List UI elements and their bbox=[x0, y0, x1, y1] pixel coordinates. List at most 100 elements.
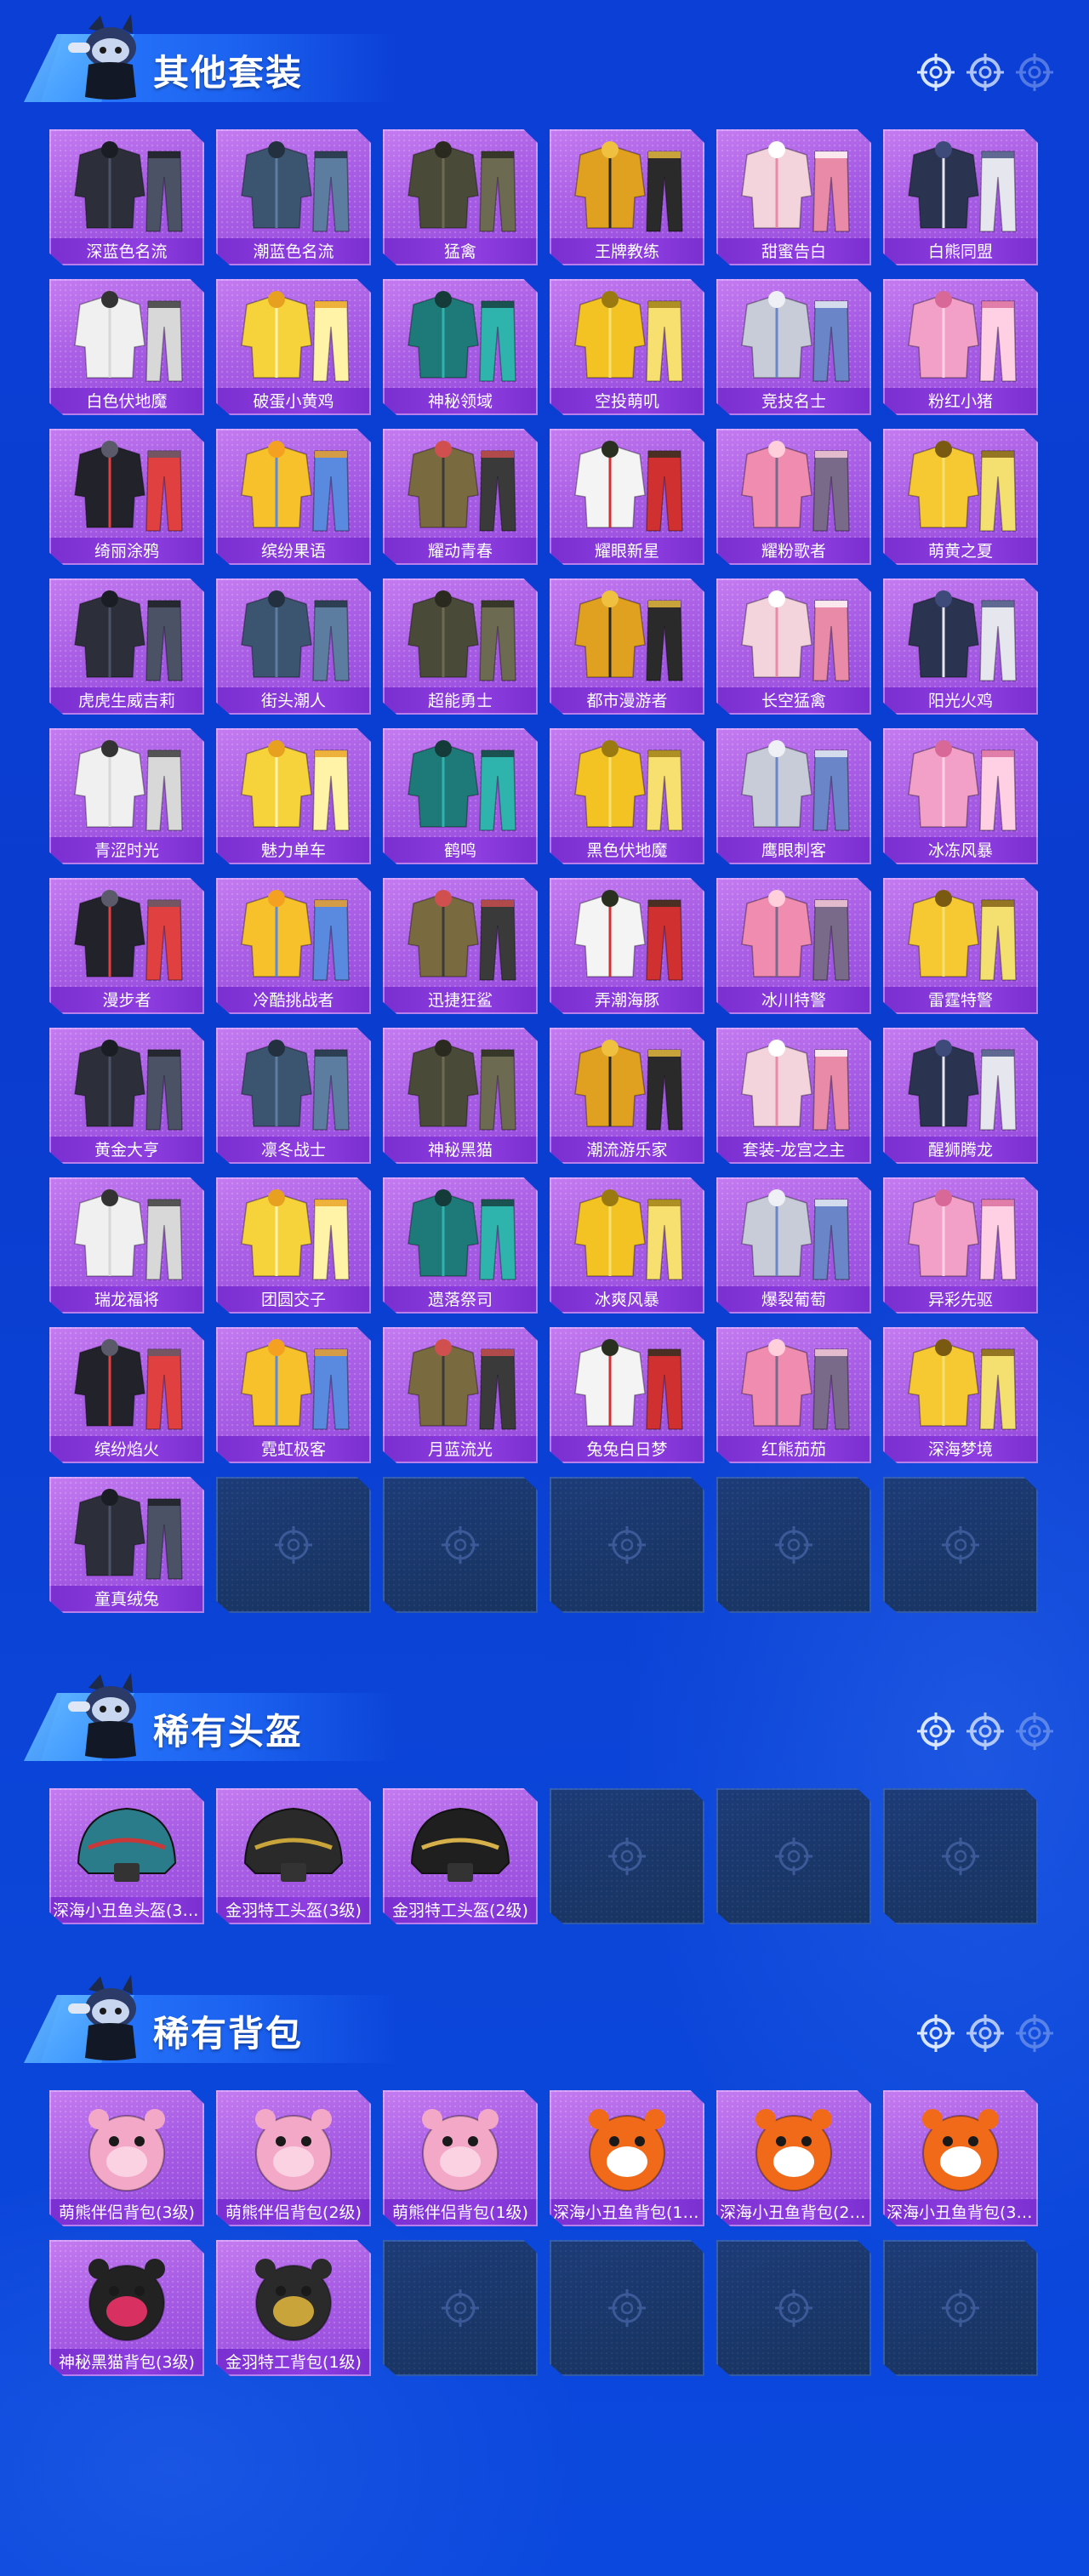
item-name: 虎虎生威吉莉 bbox=[49, 687, 204, 715]
item-card[interactable]: 月蓝流光 bbox=[383, 1327, 538, 1463]
outfit-image bbox=[241, 590, 350, 681]
item-card[interactable]: 深海小丑鱼背包(1级) bbox=[550, 2090, 704, 2226]
item-card[interactable]: 异彩先驱 bbox=[883, 1177, 1038, 1314]
item-name: 冰爽风暴 bbox=[550, 1286, 704, 1314]
item-card[interactable]: 王牌教练 bbox=[550, 129, 704, 265]
item-card[interactable]: 凛冬战士 bbox=[216, 1028, 371, 1164]
item-card[interactable]: 耀眼新星 bbox=[550, 429, 704, 565]
outfit-image bbox=[408, 141, 516, 232]
item-card[interactable]: 萌熊伴侣背包(3级) bbox=[49, 2090, 204, 2226]
empty-slot-icon bbox=[608, 1838, 646, 1875]
item-card[interactable]: 魅力单车 bbox=[216, 728, 371, 864]
item-card[interactable]: 黑色伏地魔 bbox=[550, 728, 704, 864]
empty-slot-icon bbox=[442, 2289, 479, 2327]
item-card[interactable]: 深蓝色名流 bbox=[49, 129, 204, 265]
item-card[interactable]: 雷霆特警 bbox=[883, 878, 1038, 1014]
outfit-image bbox=[408, 590, 516, 681]
item-card[interactable]: 冰爽风暴 bbox=[550, 1177, 704, 1314]
item-card[interactable]: 深海小丑鱼头盔(3级) bbox=[49, 1788, 204, 1924]
item-card[interactable]: 神秘领域 bbox=[383, 279, 538, 415]
item-name: 凛冬战士 bbox=[216, 1137, 371, 1164]
item-card[interactable]: 青涩时光 bbox=[49, 728, 204, 864]
item-card[interactable]: 深海梦境 bbox=[883, 1327, 1038, 1463]
outfit-image bbox=[574, 441, 683, 532]
item-card[interactable]: 金羽特工背包(1级) bbox=[216, 2240, 371, 2376]
empty-item-slot bbox=[716, 1788, 871, 1924]
item-card[interactable]: 萌熊伴侣背包(1级) bbox=[383, 2090, 538, 2226]
item-name: 魅力单车 bbox=[216, 837, 371, 864]
item-card[interactable]: 鹰眼刺客 bbox=[716, 728, 871, 864]
item-card[interactable]: 冷酷挑战者 bbox=[216, 878, 371, 1014]
item-card[interactable]: 白熊同盟 bbox=[883, 129, 1038, 265]
item-card[interactable]: 阳光火鸡 bbox=[883, 578, 1038, 715]
empty-slot-icon bbox=[775, 1838, 812, 1875]
empty-slot-icon bbox=[275, 1526, 312, 1564]
item-card[interactable]: 萌黄之夏 bbox=[883, 429, 1038, 565]
item-card[interactable]: 超能勇士 bbox=[383, 578, 538, 715]
item-card[interactable]: 猛禽 bbox=[383, 129, 538, 265]
item-card[interactable]: 迅捷狂鲨 bbox=[383, 878, 538, 1014]
item-card[interactable]: 童真绒兔 bbox=[49, 1477, 204, 1613]
outfit-image bbox=[74, 740, 183, 831]
item-card[interactable]: 耀粉歌者 bbox=[716, 429, 871, 565]
item-card[interactable]: 红熊茄茄 bbox=[716, 1327, 871, 1463]
item-name: 雷霆特警 bbox=[883, 987, 1038, 1014]
item-card[interactable]: 街头潮人 bbox=[216, 578, 371, 715]
item-card[interactable]: 空投萌叽 bbox=[550, 279, 704, 415]
item-card[interactable]: 虎虎生威吉莉 bbox=[49, 578, 204, 715]
item-name: 鹰眼刺客 bbox=[716, 837, 871, 864]
outfit-image bbox=[241, 291, 350, 382]
outfit-image bbox=[574, 890, 683, 981]
item-card[interactable]: 甜蜜告白 bbox=[716, 129, 871, 265]
item-card[interactable]: 耀动青春 bbox=[383, 429, 538, 565]
item-card[interactable]: 霓虹极客 bbox=[216, 1327, 371, 1463]
item-card[interactable]: 破蛋小黄鸡 bbox=[216, 279, 371, 415]
item-card[interactable]: 潮流游乐家 bbox=[550, 1028, 704, 1164]
item-name: 白熊同盟 bbox=[883, 238, 1038, 265]
crosshair-decoration bbox=[917, 54, 1053, 91]
item-card[interactable]: 爆裂葡萄 bbox=[716, 1177, 871, 1314]
backpack-image bbox=[255, 2109, 332, 2191]
item-card[interactable]: 兔兔白日梦 bbox=[550, 1327, 704, 1463]
item-card[interactable]: 冰冻风暴 bbox=[883, 728, 1038, 864]
item-card[interactable]: 竞技名士 bbox=[716, 279, 871, 415]
item-name: 深海梦境 bbox=[883, 1436, 1038, 1463]
empty-item-slot bbox=[883, 2240, 1038, 2376]
item-card[interactable]: 漫步者 bbox=[49, 878, 204, 1014]
item-card[interactable]: 神秘黑猫背包(3级) bbox=[49, 2240, 204, 2376]
item-card[interactable]: 醒狮腾龙 bbox=[883, 1028, 1038, 1164]
item-name: 弄潮海豚 bbox=[550, 987, 704, 1014]
item-name: 耀眼新星 bbox=[550, 538, 704, 565]
item-card[interactable]: 萌熊伴侣背包(2级) bbox=[216, 2090, 371, 2226]
item-card[interactable]: 神秘黑猫 bbox=[383, 1028, 538, 1164]
item-name: 缤纷果语 bbox=[216, 538, 371, 565]
item-card[interactable]: 缤纷果语 bbox=[216, 429, 371, 565]
item-name: 萌黄之夏 bbox=[883, 538, 1038, 565]
outfit-image bbox=[574, 740, 683, 831]
item-card[interactable]: 都市漫游者 bbox=[550, 578, 704, 715]
item-card[interactable]: 套装-龙宫之主 bbox=[716, 1028, 871, 1164]
outfit-image bbox=[241, 1189, 350, 1280]
item-card[interactable]: 金羽特工头盔(2级) bbox=[383, 1788, 538, 1924]
item-card[interactable]: 缤纷焰火 bbox=[49, 1327, 204, 1463]
item-card[interactable]: 冰川特警 bbox=[716, 878, 871, 1014]
outfit-image bbox=[908, 590, 1017, 681]
item-card[interactable]: 绮丽涂鸦 bbox=[49, 429, 204, 565]
outfit-image bbox=[908, 141, 1017, 232]
item-card[interactable]: 团圆交子 bbox=[216, 1177, 371, 1314]
item-card[interactable]: 金羽特工头盔(3级) bbox=[216, 1788, 371, 1924]
outfit-image bbox=[574, 141, 683, 232]
item-card[interactable]: 鹤鸣 bbox=[383, 728, 538, 864]
item-card[interactable]: 黄金大亨 bbox=[49, 1028, 204, 1164]
item-card[interactable]: 潮蓝色名流 bbox=[216, 129, 371, 265]
item-card[interactable]: 深海小丑鱼背包(2级) bbox=[716, 2090, 871, 2226]
item-card[interactable]: 粉红小猪 bbox=[883, 279, 1038, 415]
item-card[interactable]: 深海小丑鱼背包(3级) bbox=[883, 2090, 1038, 2226]
item-card[interactable]: 弄潮海豚 bbox=[550, 878, 704, 1014]
item-card[interactable]: 长空猛禽 bbox=[716, 578, 871, 715]
item-card[interactable]: 白色伏地魔 bbox=[49, 279, 204, 415]
item-card[interactable]: 遗落祭司 bbox=[383, 1177, 538, 1314]
item-card[interactable]: 瑞龙福将 bbox=[49, 1177, 204, 1314]
outfit-image bbox=[74, 890, 183, 981]
outfit-image bbox=[741, 291, 850, 382]
